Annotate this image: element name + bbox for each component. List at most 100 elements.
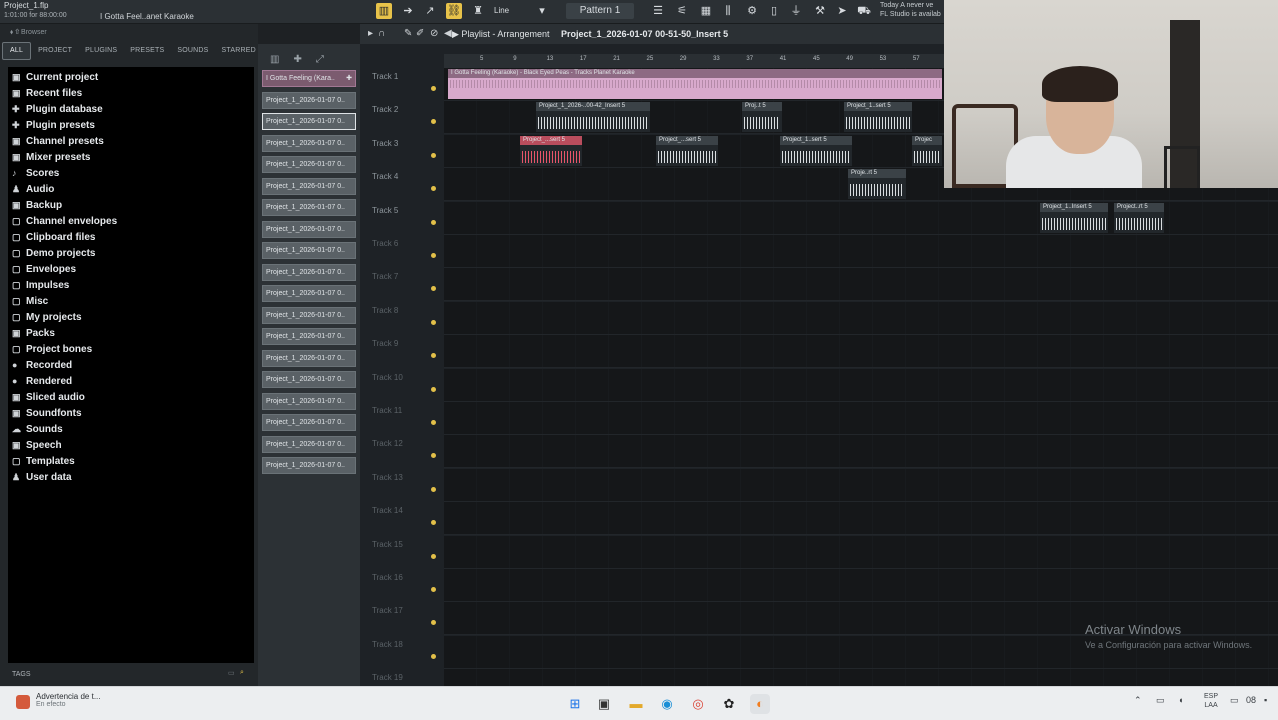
track-name[interactable]: Track 13 <box>372 473 403 482</box>
network-icon[interactable]: ▭ <box>1156 695 1165 706</box>
folder-icon[interactable]: ▭ <box>228 669 235 677</box>
picker-clip[interactable]: Project_1_2026-01-07 0.. <box>262 113 356 130</box>
picker-clip[interactable]: Project_1_2026-01-07 0.. <box>262 435 356 453</box>
track-mute-led[interactable] <box>431 520 436 526</box>
pattern-selector[interactable]: Pattern 1 <box>566 3 634 19</box>
browser-item[interactable]: ▣ Channel presets <box>8 133 254 149</box>
add-icon[interactable]: ✚ <box>346 71 352 86</box>
track-name[interactable]: Track 8 <box>372 306 398 315</box>
cart-icon[interactable]: ⛟ <box>856 3 872 19</box>
audio-clip[interactable]: Proje..rt 5 <box>848 169 906 200</box>
picker-clip[interactable]: Project_1_2026-01-07 0.. <box>262 285 356 302</box>
track-mute-led[interactable] <box>431 253 436 258</box>
chrome-icon[interactable]: ◎ <box>688 694 708 714</box>
track-name[interactable]: Track 15 <box>372 540 403 549</box>
picker-clip[interactable]: Project_1_2026-01-07 0.. <box>262 457 356 474</box>
browser-item[interactable]: ✚ Plugin presets <box>8 117 254 133</box>
browser-item[interactable]: ▢ Clipboard files <box>8 229 254 245</box>
picker-clip[interactable]: Project_1_2026-01-07 0.. <box>262 349 356 367</box>
track-mute-led[interactable] <box>431 486 436 492</box>
track-lane[interactable] <box>444 368 1278 402</box>
track-lane[interactable] <box>444 435 1278 469</box>
track-mute-led[interactable] <box>431 553 436 559</box>
search-icon[interactable]: ⌕ <box>240 669 244 677</box>
browser-item[interactable]: ▣ Backup <box>8 197 254 213</box>
tab-project[interactable]: PROJECT <box>32 42 78 60</box>
audio-clip[interactable]: Project_1..sert 5 <box>844 102 912 133</box>
volume-icon[interactable]: ◖ <box>1178 695 1183 705</box>
tools-icon[interactable]: ⚒ <box>812 3 828 19</box>
track-lane[interactable] <box>444 569 1278 602</box>
app-icon[interactable]: ✿ <box>719 694 739 714</box>
browser-item[interactable]: ▢ Demo projects <box>8 245 254 261</box>
playlist-icon[interactable]: ☰ <box>650 3 666 19</box>
chevron-down-icon[interactable]: ▾ <box>534 3 550 19</box>
browser-item[interactable]: ▣ Mixer presets <box>8 149 254 165</box>
track-name[interactable]: Track 18 <box>372 640 403 649</box>
track-lane[interactable] <box>444 335 1278 369</box>
plugin-icon[interactable]: ⚙ <box>744 3 760 19</box>
arrow-right-icon[interactable]: ➔ <box>400 3 416 19</box>
file-icon[interactable]: ▯ <box>766 3 782 19</box>
track-name[interactable]: Track 11 <box>372 406 402 415</box>
audio-clip[interactable]: Proj..t 5 <box>742 102 782 133</box>
language-indicator[interactable]: ESP LAA <box>1204 692 1218 710</box>
picker-clip[interactable]: Project_1_2026-01-07 0.. <box>262 371 356 388</box>
task-view-icon[interactable]: ▣ <box>594 694 614 714</box>
notifications-icon[interactable]: ▪ <box>1264 695 1267 705</box>
track-mute-led[interactable] <box>431 587 436 592</box>
picker-clip[interactable]: Project_1_2026-01-07 0.. <box>262 242 356 259</box>
picker-clip[interactable]: Project_1_2026-01-07 0.. <box>262 392 356 410</box>
track-name[interactable]: Track 17 <box>372 606 403 615</box>
notification-widget[interactable]: Advertencia de t... En efecto <box>16 692 100 709</box>
browser-item[interactable]: ☁ Sounds <box>8 421 254 437</box>
track-lane[interactable] <box>444 502 1278 536</box>
browser-item[interactable]: ● Recorded <box>8 357 254 373</box>
track-mute-led[interactable] <box>431 152 436 158</box>
track-name[interactable]: Track 10 <box>372 373 403 382</box>
fl-studio-icon[interactable]: ◐ <box>750 694 770 714</box>
mute-icon[interactable]: ⊘ <box>430 24 438 44</box>
track-lane[interactable] <box>444 535 1278 569</box>
track-name[interactable]: Track 14 <box>372 506 403 515</box>
file-explorer-icon[interactable]: ▬ <box>626 694 646 714</box>
picker-mode-icon[interactable]: ▥ <box>270 54 279 70</box>
play-arrow-icon[interactable]: ▸ <box>368 24 373 44</box>
browser-item[interactable]: ♟ User data <box>8 469 254 485</box>
track-name[interactable]: Track 4 <box>372 172 398 181</box>
track-mute-led[interactable] <box>431 453 436 459</box>
track-name[interactable]: Track 5 <box>372 206 398 215</box>
tab-sounds[interactable]: SOUNDS <box>171 42 214 60</box>
browser-item[interactable]: ▣ Speech <box>8 437 254 453</box>
browser-item[interactable]: ▢ Impulses <box>8 277 254 293</box>
magnet-icon[interactable]: ∩ <box>378 24 385 44</box>
track-lane[interactable]: Project_1..Insert 5 Project..rt 5 <box>444 201 1278 235</box>
track-lane[interactable] <box>444 468 1278 502</box>
track-name[interactable]: Track 3 <box>372 139 398 148</box>
track-mute-led[interactable] <box>431 386 436 392</box>
browser-item[interactable]: ▣ Sliced audio <box>8 389 254 405</box>
browser-item[interactable]: ▢ Channel envelopes <box>8 213 254 229</box>
plug-icon[interactable]: ⏚ <box>788 3 804 19</box>
send-icon[interactable]: ➤ <box>834 3 850 19</box>
piano-roll-icon[interactable]: ▦ <box>698 3 714 19</box>
track-lane[interactable] <box>444 301 1278 335</box>
track-name[interactable]: Track 16 <box>372 573 403 582</box>
browser-item[interactable]: ▣ Current project <box>8 69 254 85</box>
picker-clip[interactable]: Project_1_2026-01-07 0.. <box>262 177 356 195</box>
track-mute-led[interactable] <box>431 420 436 425</box>
audio-clip[interactable]: Project_1_2026-..00-42_Insert 5 <box>536 102 650 133</box>
browser-item[interactable]: ♪ Scores <box>8 165 254 181</box>
metronome-icon[interactable]: ♜ <box>470 3 486 19</box>
track-lane[interactable] <box>444 268 1278 302</box>
browser-item[interactable]: ♟ Audio <box>8 181 254 197</box>
resize-icon[interactable]: ⤢ <box>316 54 324 70</box>
browser-item[interactable]: ▢ Templates <box>8 453 254 469</box>
track-mute-led[interactable] <box>431 219 436 225</box>
picker-clip[interactable]: Project_1_2026-01-07 0.. <box>262 156 356 173</box>
browser-item[interactable]: ▢ Misc <box>8 293 254 309</box>
picker-clip[interactable]: Project_1_2026-01-07 0.. <box>262 199 356 216</box>
track-name[interactable]: Track 12 <box>372 439 403 448</box>
track-mute-led[interactable] <box>431 653 436 659</box>
track-name[interactable]: Track 19 <box>372 673 403 682</box>
